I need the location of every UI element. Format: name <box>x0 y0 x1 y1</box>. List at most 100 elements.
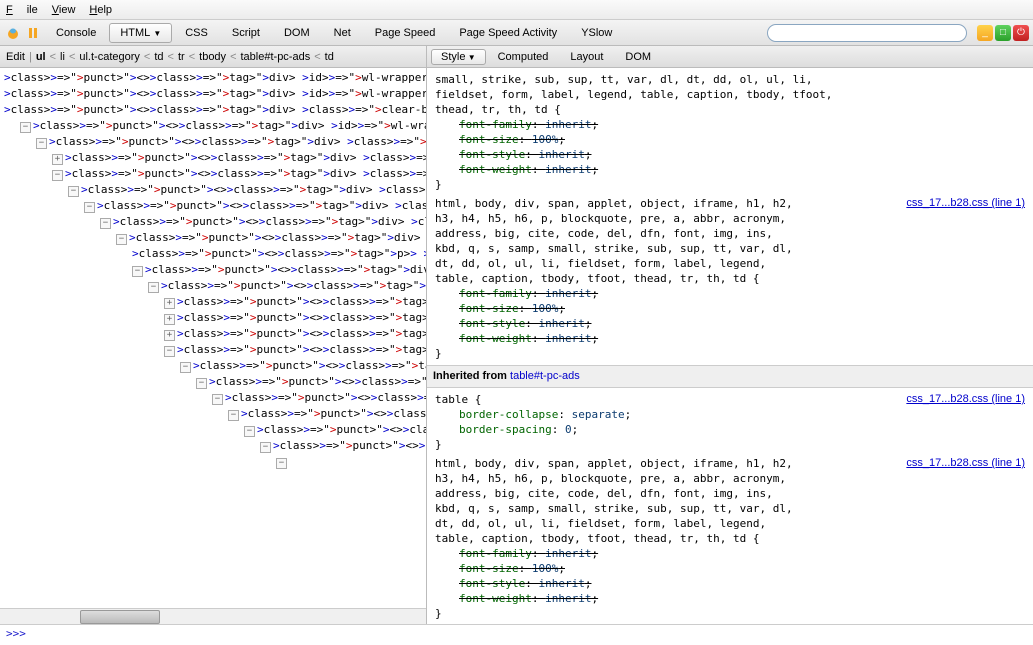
twisty-icon[interactable]: − <box>36 138 47 149</box>
tab-page-speed[interactable]: Page Speed <box>364 23 447 43</box>
css-declaration[interactable]: font-weight: inherit; <box>435 162 1025 177</box>
tab-dom[interactable]: DOM <box>273 23 321 43</box>
tree-node[interactable]: −>class>>=>">punct>"><>>class>>=>">tag>"… <box>0 342 426 358</box>
tree-node[interactable]: −>class>>=>">punct>"><>>class>>=>">tag>"… <box>0 390 426 406</box>
crumb-ul-t-category[interactable]: ul.t-category <box>79 51 140 63</box>
crumb-td[interactable]: td <box>325 51 334 63</box>
tree-node[interactable]: −>class>>=>">punct>"><>>class>>=>">tag>"… <box>0 230 426 246</box>
crumb-td[interactable]: td <box>154 51 163 63</box>
side-tab-computed[interactable]: Computed <box>488 49 559 65</box>
tree-node[interactable]: −>class>>=>">punct>"><>>class>>=>">tag>"… <box>0 262 426 278</box>
side-tab-layout[interactable]: Layout <box>560 49 613 65</box>
search-input[interactable] <box>767 24 967 42</box>
tab-page-speed-activity[interactable]: Page Speed Activity <box>448 23 568 43</box>
menu-view[interactable]: View <box>52 4 76 16</box>
twisty-icon[interactable]: − <box>212 394 223 405</box>
tree-node[interactable]: >class>>=>">punct>"><>>class>>=>">tag>">… <box>0 70 426 86</box>
twisty-icon[interactable]: − <box>180 362 191 373</box>
tree-node[interactable]: −>class>>=>">punct>"><>>class>>=>">tag>"… <box>0 278 426 294</box>
tree-node[interactable]: >class>>=>">punct>"><>>class>>=>">tag>">… <box>0 102 426 118</box>
tree-node[interactable]: −>class>>=>">punct>"><>>class>>=>">tag>"… <box>0 118 426 134</box>
source-link[interactable]: css_17...b28.css (line 1) <box>906 196 1025 211</box>
command-line[interactable]: >>> <box>0 624 1033 643</box>
css-declaration[interactable]: border-spacing: 0; <box>435 422 1025 437</box>
tab-net[interactable]: Net <box>323 23 362 43</box>
html-tree[interactable]: >class>>=>">punct>"><>>class>>=>">tag>">… <box>0 68 426 608</box>
tree-node[interactable]: +>class>>=>">punct>"><>>class>>=>">tag>"… <box>0 294 426 310</box>
twisty-icon[interactable]: − <box>260 442 271 453</box>
tree-node[interactable]: −>class>>=>">punct>"><>>class>>=>">tag>"… <box>0 214 426 230</box>
tree-node[interactable]: − <box>0 454 426 470</box>
css-declaration[interactable]: font-style: inherit; <box>435 576 1025 591</box>
maximize-button[interactable]: □ <box>995 25 1011 41</box>
tree-node[interactable]: +>class>>=>">punct>"><>>class>>=>">tag>"… <box>0 310 426 326</box>
crumb-tr[interactable]: tr <box>178 51 185 63</box>
crumb-ul[interactable]: ul <box>36 51 46 63</box>
css-declaration[interactable]: font-weight: inherit; <box>435 591 1025 606</box>
side-tab-style[interactable]: Style ▼ <box>431 49 486 65</box>
minimize-button[interactable]: _ <box>977 25 993 41</box>
tree-node[interactable]: −>class>>=>">punct>"><>>class>>=>">tag>"… <box>0 438 426 454</box>
tree-node[interactable]: +>class>>=>">punct>"><>>class>>=>">tag>"… <box>0 326 426 342</box>
twisty-icon[interactable]: − <box>228 410 239 421</box>
tab-console[interactable]: Console <box>45 23 107 43</box>
edit-button[interactable]: Edit <box>6 51 25 63</box>
tree-node[interactable]: −>class>>=>">punct>"><>>class>>=>">tag>"… <box>0 422 426 438</box>
twisty-icon[interactable]: + <box>164 330 175 341</box>
close-button[interactable]: ⏻ <box>1013 25 1029 41</box>
source-link[interactable]: css_17...b28.css (line 1) <box>906 392 1025 407</box>
twisty-icon[interactable]: − <box>164 346 175 357</box>
horizontal-scrollbar[interactable] <box>0 608 426 624</box>
twisty-icon[interactable]: + <box>52 154 63 165</box>
twisty-icon[interactable]: − <box>244 426 255 437</box>
twisty-icon[interactable]: − <box>20 122 31 133</box>
twisty-icon[interactable]: − <box>68 186 79 197</box>
twisty-icon[interactable]: − <box>276 458 287 469</box>
twisty-icon[interactable]: − <box>84 202 95 213</box>
twisty-icon[interactable]: − <box>116 234 127 245</box>
tab-script[interactable]: Script <box>221 23 271 43</box>
css-declaration[interactable]: font-style: inherit; <box>435 147 1025 162</box>
css-declaration[interactable]: font-size: 100%; <box>435 132 1025 147</box>
side-tab-dom[interactable]: DOM <box>615 49 661 65</box>
crumb-li[interactable]: li <box>60 51 65 63</box>
twisty-icon[interactable]: − <box>148 282 159 293</box>
css-declaration[interactable]: font-style: inherit; <box>435 316 1025 331</box>
tree-node[interactable]: −>class>>=>">punct>"><>>class>>=>">tag>"… <box>0 374 426 390</box>
tab-yslow[interactable]: YSlow <box>570 23 623 43</box>
tree-node[interactable]: −>class>>=>">punct>"><>>class>>=>">tag>"… <box>0 358 426 374</box>
crumb-table-t-pc-ads[interactable]: table#t-pc-ads <box>241 51 311 63</box>
tree-node[interactable]: −>class>>=>">punct>"><>>class>>=>">tag>"… <box>0 166 426 182</box>
inherited-link[interactable]: table#t-pc-ads <box>510 370 580 382</box>
tree-node[interactable]: −>class>>=>">punct>"><>>class>>=>">tag>"… <box>0 134 426 150</box>
css-rules[interactable]: small, strike, sub, sup, tt, var, dl, dt… <box>427 68 1033 624</box>
tree-node[interactable]: +>class>>=>">punct>"><>>class>>=>">tag>"… <box>0 150 426 166</box>
pause-icon[interactable] <box>24 24 42 42</box>
css-declaration[interactable]: border-collapse: separate; <box>435 407 1025 422</box>
css-declaration[interactable]: font-weight: inherit; <box>435 331 1025 346</box>
tree-node[interactable]: −>class>>=>">punct>"><>>class>>=>">tag>"… <box>0 406 426 422</box>
menu-file[interactable]: File <box>6 4 38 16</box>
tree-node[interactable]: −>class>>=>">punct>"><>>class>>=>">tag>"… <box>0 182 426 198</box>
tab-css[interactable]: CSS <box>174 23 219 43</box>
firebug-icon[interactable] <box>4 24 22 42</box>
tree-node[interactable]: >class>>=>">punct>"><>>class>>=>">tag>">… <box>0 86 426 102</box>
css-declaration[interactable]: font-size: 100%; <box>435 561 1025 576</box>
twisty-icon[interactable]: − <box>132 266 143 277</box>
tab-html[interactable]: HTML▼ <box>109 23 172 43</box>
twisty-icon[interactable]: − <box>52 170 63 181</box>
css-declaration[interactable]: font-family: inherit; <box>435 546 1025 561</box>
tree-node[interactable]: −>class>>=>">punct>"><>>class>>=>">tag>"… <box>0 198 426 214</box>
twisty-icon[interactable]: + <box>164 298 175 309</box>
css-declaration[interactable]: font-family: inherit; <box>435 117 1025 132</box>
twisty-icon[interactable]: − <box>100 218 111 229</box>
crumb-tbody[interactable]: tbody <box>199 51 226 63</box>
twisty-icon[interactable]: − <box>196 378 207 389</box>
css-declaration[interactable]: font-size: 100%; <box>435 301 1025 316</box>
toolbar: ConsoleHTML▼CSSScriptDOMNetPage SpeedPag… <box>0 20 1033 46</box>
menu-help[interactable]: Help <box>89 4 112 16</box>
source-link[interactable]: css_17...b28.css (line 1) <box>906 456 1025 471</box>
twisty-icon[interactable]: + <box>164 314 175 325</box>
css-declaration[interactable]: font-family: inherit; <box>435 286 1025 301</box>
tree-node[interactable]: >class>>=>">punct>"><>>class>>=>">tag>">… <box>0 246 426 262</box>
